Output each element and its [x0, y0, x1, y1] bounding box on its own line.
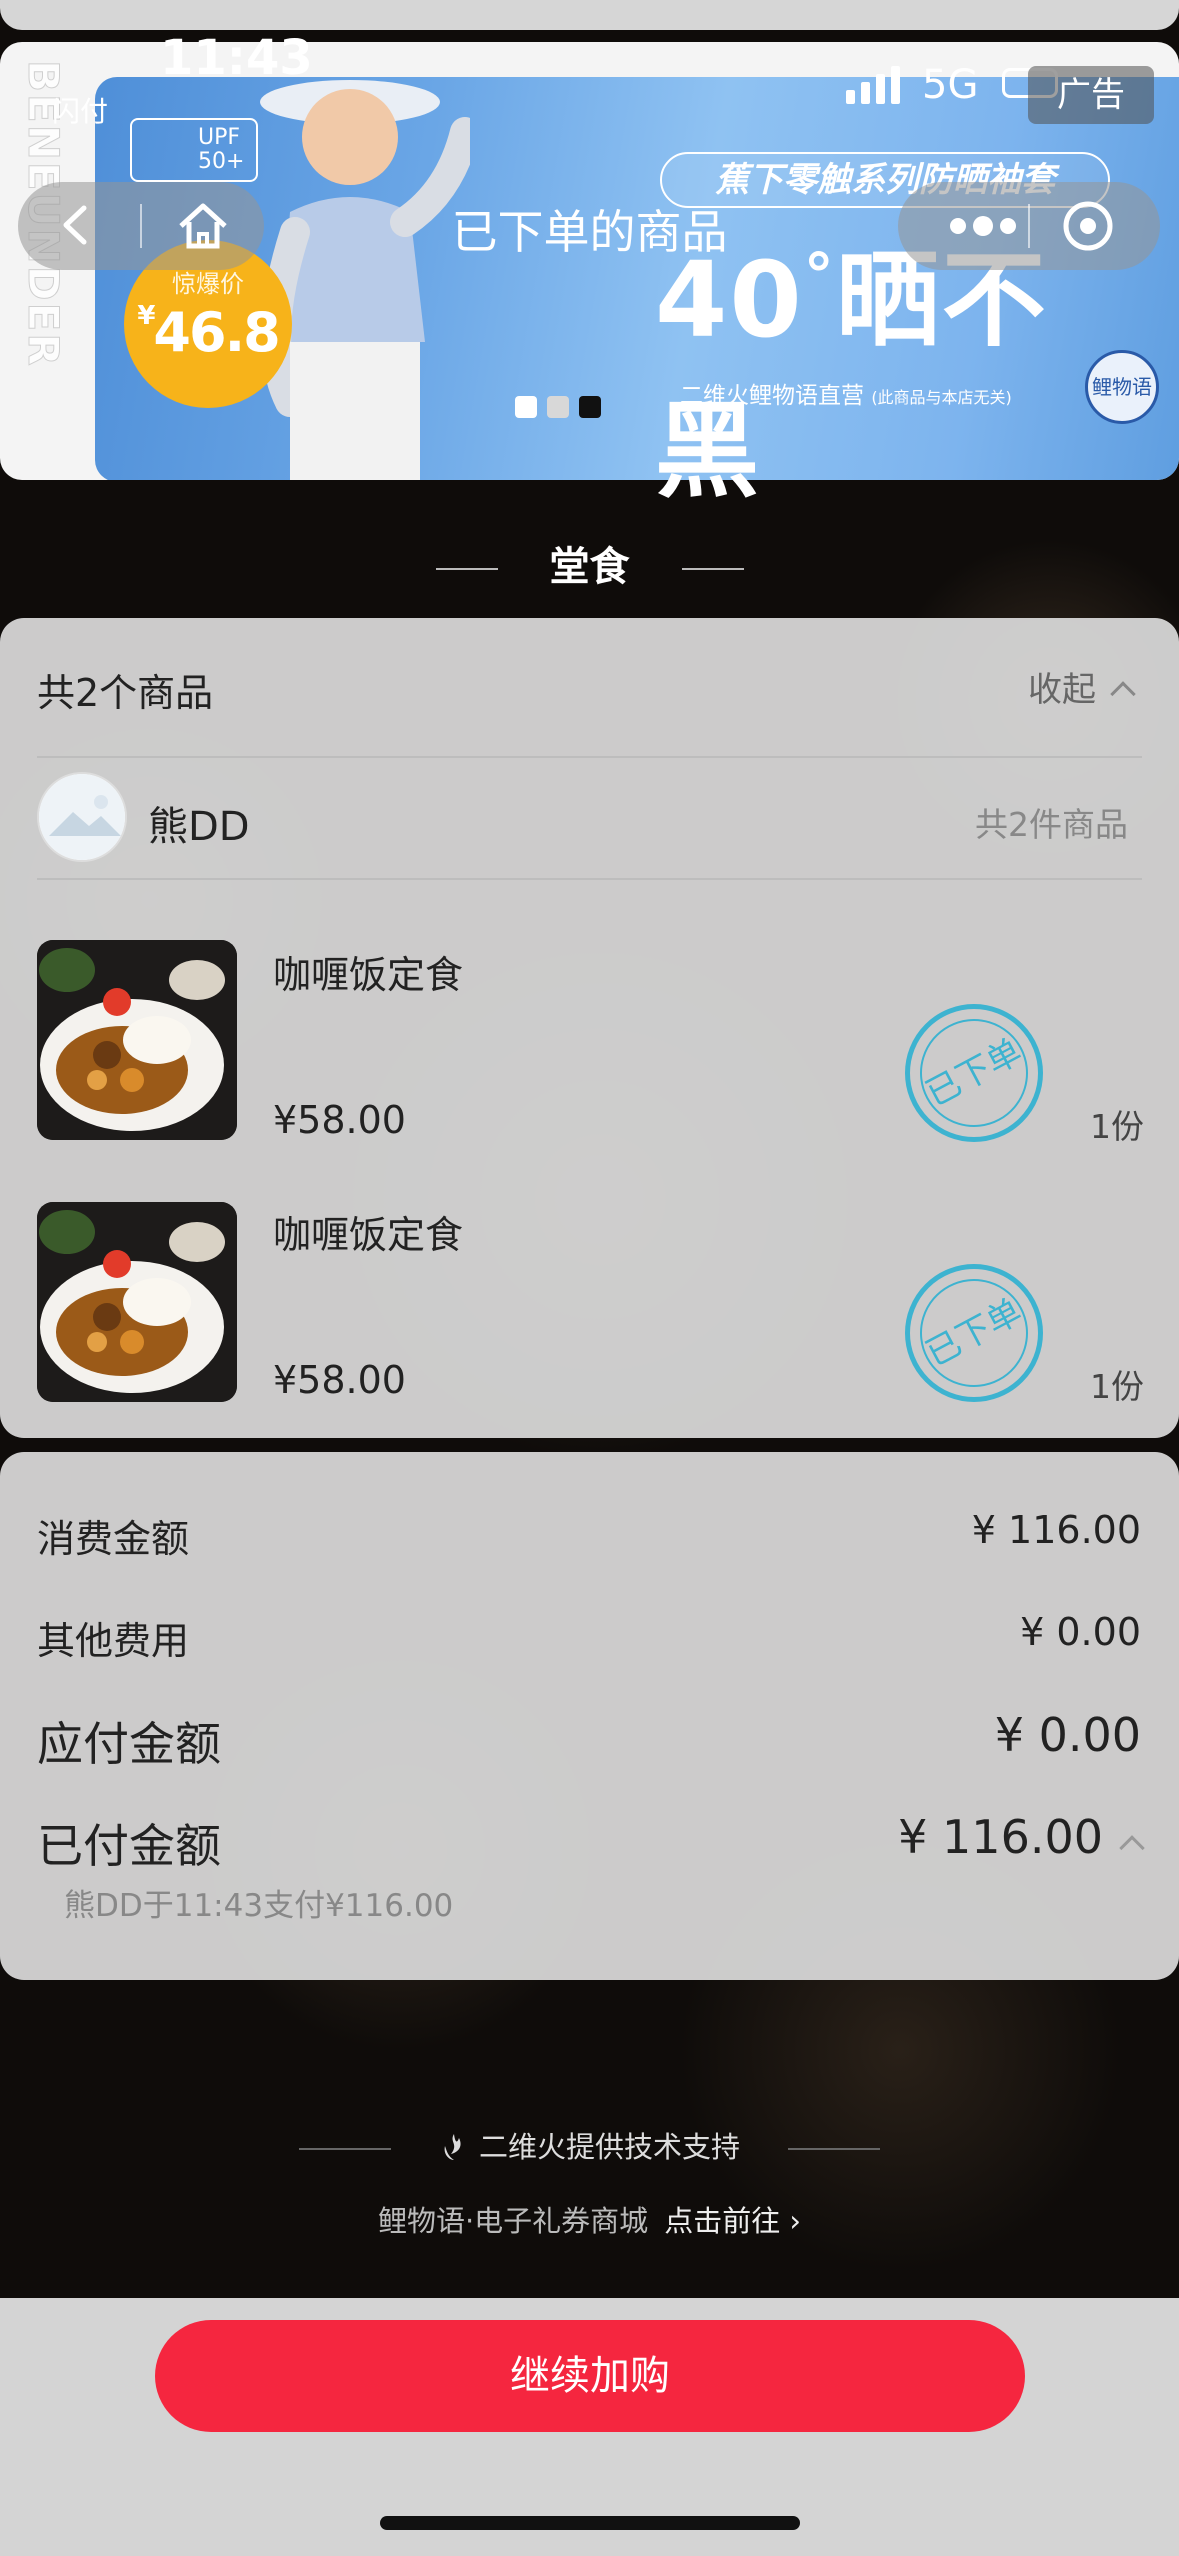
chevron-up-icon [1119, 1835, 1145, 1861]
price-badge-value: ¥46.8 [137, 301, 280, 364]
pay-value-other: ¥ 0.00 [1020, 1610, 1141, 1654]
section-label: 堂食 [0, 534, 1179, 592]
capsule-divider [1028, 204, 1030, 248]
pay-label-other: 其他费用 [37, 1619, 190, 1663]
banner-dot-active[interactable] [579, 396, 601, 418]
top-strip [0, 0, 1179, 30]
home-indicator[interactable] [380, 2516, 800, 2530]
paid-expand-toggle[interactable]: ¥ 116.00 [898, 1810, 1145, 1864]
product-price: ¥58.00 [273, 1358, 406, 1402]
chevron-up-icon [1110, 681, 1136, 707]
uv-protection-badge: UPF 50+ [130, 118, 258, 182]
collapse-button[interactable]: 收起 [1028, 662, 1136, 711]
pay-label-paid: 已付金额 [37, 1819, 221, 1873]
pay-label-due: 应付金额 [37, 1717, 221, 1771]
pay-value-consumption: ¥ 116.00 [971, 1508, 1141, 1552]
banner-dot[interactable] [547, 396, 569, 418]
ordered-stamp: 已下单 [900, 999, 1048, 1147]
product-price: ¥58.00 [273, 1098, 406, 1142]
more-icon[interactable] [928, 206, 1038, 246]
flame-logo-icon [444, 2134, 461, 2160]
product-qty: 1份 [1090, 1367, 1144, 1406]
items-summary: 共2个商品 [37, 671, 214, 715]
pay-label-consumption: 消费金额 [37, 1517, 190, 1561]
ad-tag: 广告 [1028, 66, 1154, 124]
store-avatar [37, 772, 127, 862]
ordered-stamp: 已下单 [900, 1259, 1048, 1407]
banner-brand-line: 二维火鲤物语直营 (此商品与本店无关) [680, 383, 1012, 409]
pay-value-due: ¥ 0.00 [994, 1708, 1141, 1762]
divider [37, 756, 1142, 758]
brand-seal-logo: 鲤物语 [1085, 350, 1159, 424]
product-image[interactable] [37, 1202, 237, 1402]
close-target-icon[interactable] [1058, 196, 1118, 256]
banner-pagination[interactable] [515, 396, 601, 418]
signal-icon [846, 66, 900, 104]
banner-dot[interactable] [515, 396, 537, 418]
tech-support: 二维火提供技术支持 [0, 2124, 1179, 2166]
divider [37, 878, 1142, 880]
product-image[interactable] [37, 940, 237, 1140]
network-type: 5G [922, 62, 979, 108]
paid-detail: 熊DD于11:43支付¥116.00 [64, 1888, 454, 1924]
store-name: 熊DD [148, 804, 250, 850]
status-app-hint: 闪付 [52, 95, 109, 128]
pay-value-paid: ¥ 116.00 [898, 1810, 1103, 1864]
status-time: 11:43 [160, 30, 313, 86]
product-name: 咖喱饭定食 [273, 953, 464, 997]
product-qty: 1份 [1090, 1107, 1144, 1146]
store-item-count: 共2件商品 [975, 805, 1128, 844]
continue-ordering-button[interactable]: 继续加购 [155, 2320, 1025, 2432]
product-name: 咖喱饭定食 [273, 1213, 464, 1257]
mall-link[interactable]: 鲤物语·电子礼券商城 点击前往 › [0, 2198, 1179, 2240]
